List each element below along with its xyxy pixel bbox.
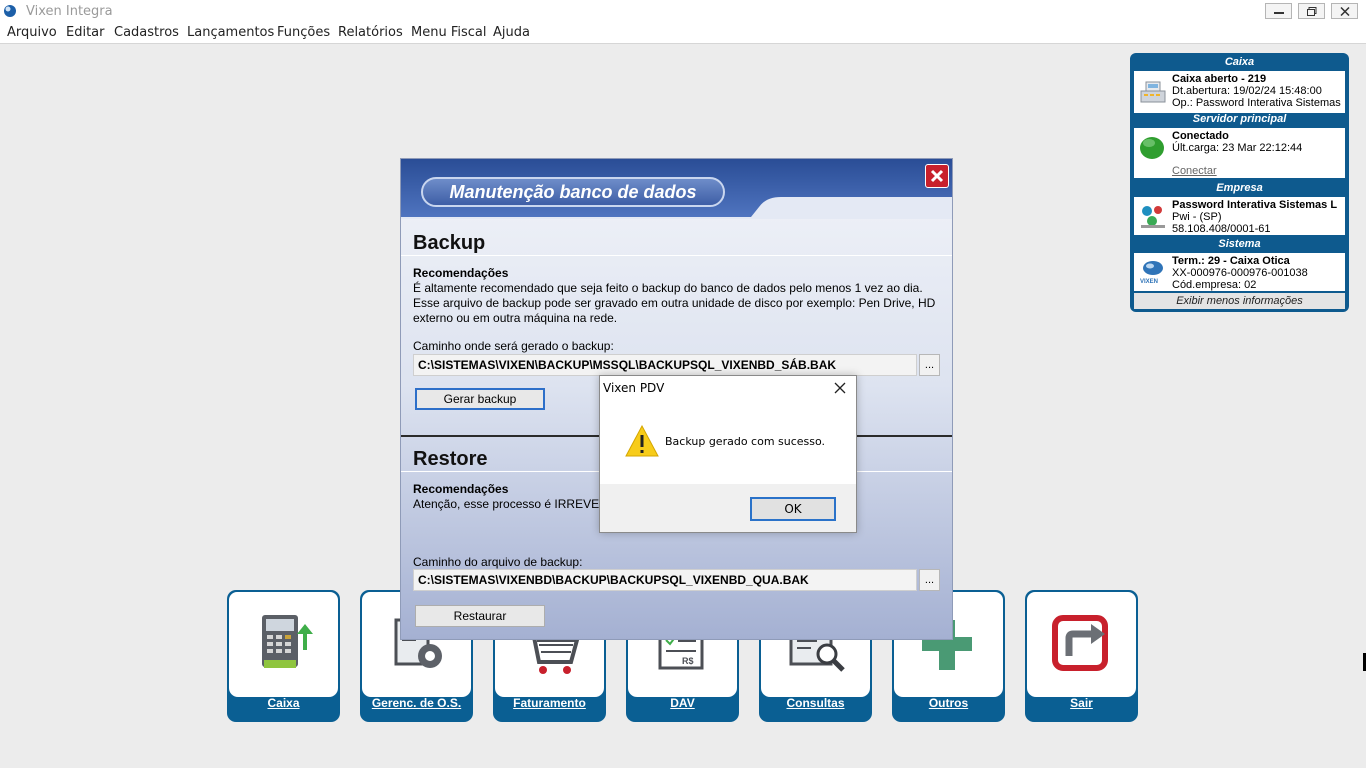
message-box-text: Backup gerado com sucesso. [665, 435, 826, 448]
backup-recommendations-label: Recomendações [413, 266, 509, 280]
status-green-icon [1140, 137, 1164, 159]
sistema-header: Sistema [1218, 238, 1261, 250]
servidor-last-load: Últ.carga: 23 Mar 22:12:44 [1172, 142, 1303, 154]
empresa-cnpj: 58.108.408/0001-61 [1172, 223, 1271, 235]
caixa-button[interactable]: Caixa [227, 590, 340, 722]
message-box-title: Vixen PDV [603, 381, 665, 395]
caixa-label: Caixa [267, 696, 300, 710]
empresa-location: Pwi - (SP) [1172, 211, 1222, 223]
close-window-button[interactable] [1331, 3, 1358, 19]
vixen-logo-icon [4, 5, 16, 17]
toggle-info-link[interactable]: Exibir menos informações [1134, 293, 1345, 309]
servidor-status: Conectado [1172, 130, 1229, 142]
menu-relatorios[interactable]: Relatórios [338, 25, 403, 40]
minimize-icon [1274, 12, 1284, 14]
caixa-box: Caixa aberto - 219 Dt.abertura: 19/02/24… [1134, 71, 1345, 113]
message-box: Vixen PDV Backup gerado com sucesso. OK [599, 375, 857, 533]
menu-fiscal[interactable]: Menu Fiscal [411, 25, 486, 40]
menu-editar[interactable]: Editar [66, 25, 105, 40]
dav-label: DAV [670, 696, 695, 710]
empresa-name: Password Interativa Sistemas L [1172, 199, 1338, 211]
restore-recommendations-label: Recomendações [413, 482, 509, 496]
empresa-box: Password Interativa Sistemas L Pwi - (SP… [1134, 197, 1345, 235]
info-panel: Caixa Caixa aberto - 219 Dt.abertura: 19… [1130, 53, 1349, 312]
caixa-operator: Op.: Password Interativa Sistemas [1172, 97, 1341, 109]
sair-label: Sair [1070, 696, 1093, 710]
caixa-status: Caixa aberto - 219 [1172, 73, 1267, 85]
consultas-label: Consultas [786, 696, 845, 710]
cash-register-small-icon [1140, 81, 1166, 103]
ok-button[interactable]: OK [750, 497, 836, 521]
menu-lancamentos[interactable]: Lançamentos [187, 25, 274, 40]
conectar-link[interactable]: Conectar [1172, 165, 1217, 177]
message-box-close-icon[interactable] [833, 381, 847, 395]
outros-label: Outros [928, 696, 969, 710]
empresa-header: Empresa [1216, 182, 1263, 194]
backup-browse-button[interactable]: ... [919, 354, 940, 376]
restore-path-field[interactable]: C:\SISTEMAS\VIXENBD\BACKUP\BACKUPSQL_VIX… [413, 569, 917, 591]
restore-icon [1307, 7, 1317, 16]
vixen-logo-text: VIXEN [1140, 279, 1159, 285]
sistema-terminal: Term.: 29 - Caixa Otica [1172, 255, 1290, 267]
title-bar: Vixen Integra [0, 0, 1366, 23]
sair-button[interactable]: Sair [1025, 590, 1138, 722]
restore-button[interactable]: Restaurar [415, 605, 545, 627]
minimize-button[interactable] [1265, 3, 1292, 19]
cash-register-icon [262, 615, 313, 668]
dialog-title: Manutenção banco de dados [421, 177, 725, 207]
dialog-close-button[interactable] [925, 164, 949, 188]
menu-arquivo[interactable]: Arquivo [7, 25, 57, 40]
restore-section-title: Restore [413, 448, 488, 470]
sistema-serial: XX-000976-000976-001038 [1172, 267, 1308, 279]
servidor-box: Conectado Últ.carga: 23 Mar 22:12:44 Con… [1134, 128, 1345, 178]
backup-recommendation-line3: externo ou em outra máquina na rede. [413, 311, 618, 325]
restore-button[interactable] [1298, 3, 1325, 19]
caixa-opening-date: Dt.abertura: 19/02/24 15:48:00 [1172, 85, 1322, 97]
svg-text:R$: R$ [682, 656, 694, 666]
close-icon [1340, 7, 1350, 16]
backup-recommendation-line2: Esse arquivo de backup pode ser gravado … [413, 296, 936, 310]
sistema-company-code: Cód.empresa: 02 [1172, 279, 1257, 291]
restore-path-label: Caminho do arquivo de backup: [413, 555, 583, 569]
backup-path-label: Caminho onde será gerado o backup: [413, 339, 614, 353]
faturamento-label: Faturamento [513, 696, 586, 710]
company-logo-icon [1141, 206, 1165, 228]
menu-bar: Arquivo Editar Cadastros Lançamentos Fun… [0, 23, 1366, 44]
generate-backup-button[interactable]: Gerar backup [415, 388, 545, 410]
menu-cadastros[interactable]: Cadastros [114, 25, 179, 40]
backup-path-field[interactable]: C:\SISTEMAS\VIXEN\BACKUP\MSSQL\BACKUPSQL… [413, 354, 917, 376]
close-icon [930, 169, 944, 183]
warning-icon [625, 425, 659, 457]
gerenc-os-label: Gerenc. de O.S. [371, 696, 462, 710]
message-box-footer: OK [600, 484, 856, 532]
restore-browse-button[interactable]: ... [919, 569, 940, 591]
servidor-header: Servidor principal [1192, 113, 1287, 125]
exit-icon [1052, 615, 1108, 671]
window-title: Vixen Integra [26, 4, 113, 19]
backup-section-title: Backup [413, 232, 486, 254]
sistema-box: VIXEN Term.: 29 - Caixa Otica XX-000976-… [1134, 253, 1345, 291]
menu-funcoes[interactable]: Funções [277, 25, 330, 40]
restore-recommendation-line1: Atenção, esse processo é IRREVE [413, 497, 600, 511]
backup-recommendation-line1: É altamente recomendado que seja feito o… [413, 281, 923, 295]
caixa-header: Caixa [1224, 56, 1255, 68]
menu-ajuda[interactable]: Ajuda [493, 25, 530, 40]
